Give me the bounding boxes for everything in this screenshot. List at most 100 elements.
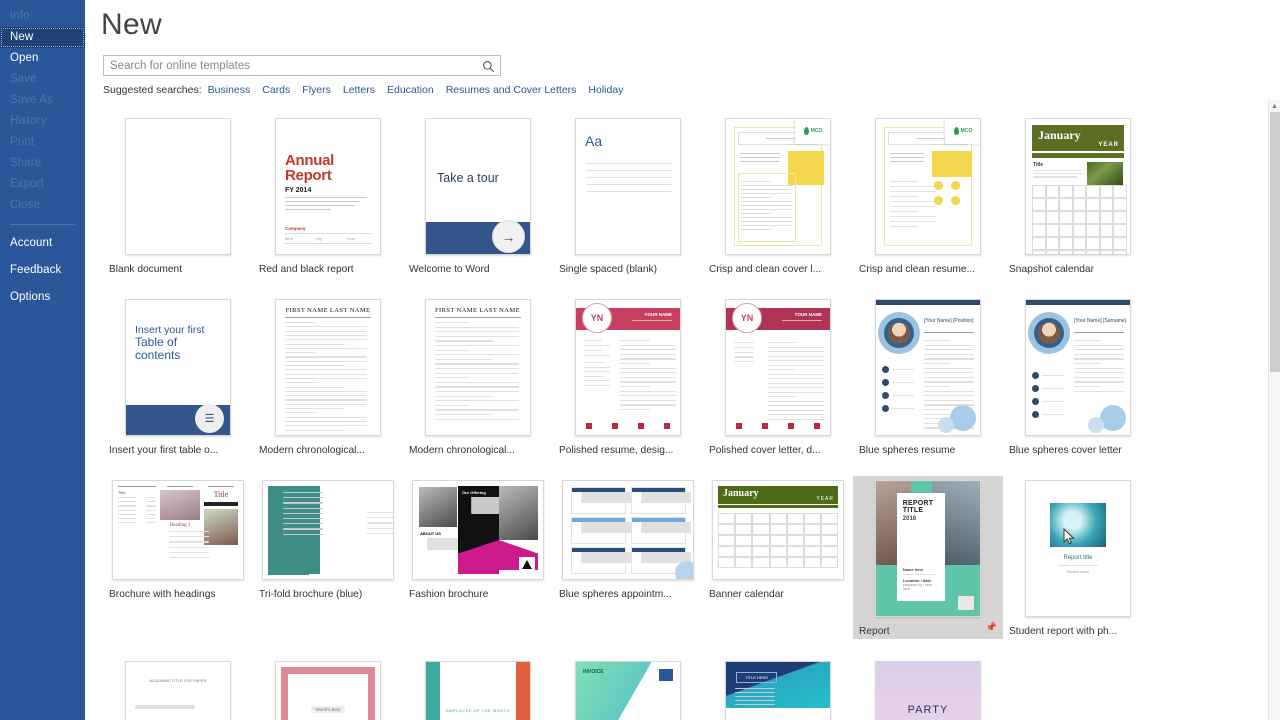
template-tile[interactable]: Blue spheres appointm...📌 (553, 476, 703, 639)
template-thumbnail-blue-wave[interactable]: TITLE HERE (725, 661, 831, 720)
template-tile[interactable]: TITLE HERE (703, 657, 853, 720)
backstage-sidebar: Info New Open Save Save As History Print Share E… (0, 0, 85, 720)
pin-icon[interactable]: 📌 (986, 622, 997, 633)
sidebar-item-options[interactable]: Options (0, 287, 85, 308)
template-label: Banner calendar (709, 589, 784, 600)
suggested-search-holiday[interactable]: Holiday (588, 84, 623, 96)
template-thumbnail-first-table[interactable]: Insert your first Table of contents ☰ (125, 299, 231, 436)
suggested-search-flyers[interactable]: Flyers (302, 84, 331, 96)
sidebar-item-open[interactable]: Open (0, 48, 85, 69)
template-label: Fashion brochure (409, 589, 489, 600)
template-thumbnail-crisp-resume[interactable]: MCO (875, 118, 981, 255)
template-tile[interactable]: World's BestCat Sitter (253, 657, 403, 720)
template-tile[interactable]: FIRST NAME LAST NAME Modern chronological… (403, 295, 553, 458)
sidebar-item-history[interactable]: History (0, 111, 85, 132)
template-tile[interactable]: ACADEMIC TITLE FOR PAPER (103, 657, 253, 720)
template-thumbnail-blue-resume[interactable]: [Your Name] [Position] (875, 299, 981, 436)
template-tile[interactable]: Title Heading 1 Title Brochure with heading… (103, 476, 253, 639)
template-tile[interactable]: ABOUT USOur OfferingFashion brochure📌 (403, 476, 553, 639)
template-label: Student report with ph... (1009, 626, 1118, 637)
sidebar-item-save-as[interactable]: Save As (0, 90, 85, 111)
scrollbar-thumb[interactable] (1270, 112, 1280, 372)
sidebar-item-share[interactable]: Share (0, 153, 85, 174)
template-thumbnail-plain-doc[interactable]: ACADEMIC TITLE FOR PAPER (125, 661, 231, 720)
template-tile[interactable]: Insert your first Table of contents ☰ Insert… (103, 295, 253, 458)
template-tile[interactable]: MCOCrisp and clean cover l...📌 (703, 114, 853, 277)
template-label: Red and black report (259, 264, 354, 275)
sidebar-item-feedback[interactable]: Feedback (0, 260, 85, 281)
template-tile[interactable]: [Your Name] [Surname] Blue spheres cover … (1003, 295, 1153, 458)
suggested-searches-label: Suggested searches: (103, 84, 202, 96)
template-tile[interactable]: JanuaryYEARTitleSnapshot calendar📌 (1003, 114, 1153, 277)
template-tile[interactable]: Tri-fold brochure (blue)📌 (253, 476, 403, 639)
template-label: Welcome to Word (409, 264, 490, 275)
page-title: New (101, 8, 162, 41)
template-thumbnail-trifold[interactable] (262, 480, 394, 580)
sidebar-item-new[interactable]: New (0, 27, 85, 48)
search-box[interactable] (103, 55, 501, 76)
template-thumbnail-polished-resume[interactable]: YN YOUR NAME (575, 299, 681, 436)
template-label: Insert your first table o... (109, 445, 219, 456)
template-thumbnail-brochure-head[interactable]: Title Heading 1 Title (112, 480, 244, 580)
template-thumbnail-report[interactable]: REPORT TITLE 2016 Name here Location / date… (875, 480, 981, 617)
template-thumbnail-cat-sitter[interactable]: World's BestCat Sitter (275, 661, 381, 720)
sidebar-item-export[interactable]: Export (0, 174, 85, 195)
template-tile[interactable]: Take a tour→Welcome to Word📌 (403, 114, 553, 277)
template-tile[interactable]: Blank document📌 (103, 114, 253, 277)
template-tile[interactable]: INVOICE (553, 657, 703, 720)
template-tile[interactable]: Annual Report FY 2014 Company Item Qty Cost Red… (253, 114, 403, 277)
sidebar-divider (10, 224, 75, 225)
template-thumbnail-fashion[interactable]: ABOUT US Our Offering (412, 480, 544, 580)
template-tile[interactable]: MCOCrisp and clean resume...📌 (853, 114, 1003, 277)
template-thumbnail-crisp-cover[interactable]: MCO (725, 118, 831, 255)
template-thumbnail-snapshot-cal[interactable]: January YEAR Title (1025, 118, 1131, 255)
template-thumbnail-polished-cover[interactable]: YN YOUR NAME (725, 299, 831, 436)
scroll-up-icon[interactable]: ▲ (1269, 100, 1280, 112)
template-label: Brochure with headings (109, 589, 216, 600)
new-document-pane: New Suggested searches: Business Cards Fly… (85, 0, 1280, 720)
template-thumbnail-take-a-tour[interactable]: Take a tour → (425, 118, 531, 255)
sidebar-item-close[interactable]: Close (0, 195, 85, 216)
template-thumbnail-modern-chrono[interactable]: FIRST NAME LAST NAME (275, 299, 381, 436)
template-thumbnail-modern-chrono2[interactable]: FIRST NAME LAST NAME (425, 299, 531, 436)
template-thumbnail-appointment[interactable] (562, 480, 694, 580)
sidebar-item-print[interactable]: Print (0, 132, 85, 153)
template-thumbnail-annual-report[interactable]: Annual Report FY 2014 Company Item Qty Cost (275, 118, 381, 255)
template-thumbnail-invoice[interactable]: INVOICE (575, 661, 681, 720)
suggested-search-letters[interactable]: Letters (343, 84, 375, 96)
template-tile[interactable]: EMPLOYEE OF THE MONTHAlexander Mortenson (403, 657, 553, 720)
template-label: Report (859, 626, 890, 637)
sidebar-item-info[interactable]: Info (0, 6, 85, 27)
template-label: Modern chronological... (259, 445, 365, 456)
search-icon[interactable] (479, 57, 497, 75)
suggested-search-business[interactable]: Business (208, 84, 251, 96)
template-label: Blank document (109, 264, 183, 275)
template-thumbnail-blank[interactable] (125, 118, 231, 255)
template-tile[interactable]: AaSingle spaced (blank)📌 (553, 114, 703, 277)
template-thumbnail-blue-cover[interactable]: [Your Name] [Surname] (1025, 299, 1131, 436)
template-tile[interactable]: Report title Student name Student report w… (1003, 476, 1153, 639)
template-thumbnail-employee[interactable]: EMPLOYEE OF THE MONTHAlexander Mortenson (425, 661, 531, 720)
template-thumbnail-student-report[interactable]: Report title Student name (1025, 480, 1131, 617)
template-thumbnail-party[interactable]: PARTYINVITATION (875, 661, 981, 720)
suggested-search-cards[interactable]: Cards (262, 84, 290, 96)
template-label: Polished cover letter, d... (709, 445, 821, 456)
template-tile[interactable]: FIRST NAME LAST NAME Modern chronological… (253, 295, 403, 458)
template-label: Crisp and clean resume... (859, 264, 976, 275)
template-thumbnail-single-spaced[interactable]: Aa (575, 118, 681, 255)
suggested-searches: Suggested searches: Business Cards Flyers L… (103, 84, 1280, 96)
template-tile[interactable]: [Your Name] [Position] Blue spheres resum… (853, 295, 1003, 458)
sidebar-item-account[interactable]: Account (0, 233, 85, 254)
template-tile[interactable]: YNYOUR NAMEPolished cover letter, d...📌 (703, 295, 853, 458)
template-tile[interactable]: REPORT TITLE 2016 Name here Location / date… (853, 476, 1003, 639)
template-thumbnail-banner-cal[interactable]: January YEAR (712, 480, 844, 580)
search-input[interactable] (104, 56, 464, 75)
suggested-search-education[interactable]: Education (387, 84, 434, 96)
sidebar-item-save[interactable]: Save (0, 69, 85, 90)
vertical-scrollbar[interactable]: ▲ (1268, 100, 1280, 720)
template-tile[interactable]: PARTYINVITATION (853, 657, 1003, 720)
template-tile[interactable]: JanuaryYEARBanner calendar📌 (703, 476, 853, 639)
template-tile[interactable]: YNYOUR NAMEPolished resume, desig...📌 (553, 295, 703, 458)
suggested-search-resumes-and-cover-letters[interactable]: Resumes and Cover Letters (446, 84, 577, 96)
template-label: Blue spheres appointm... (559, 589, 672, 600)
